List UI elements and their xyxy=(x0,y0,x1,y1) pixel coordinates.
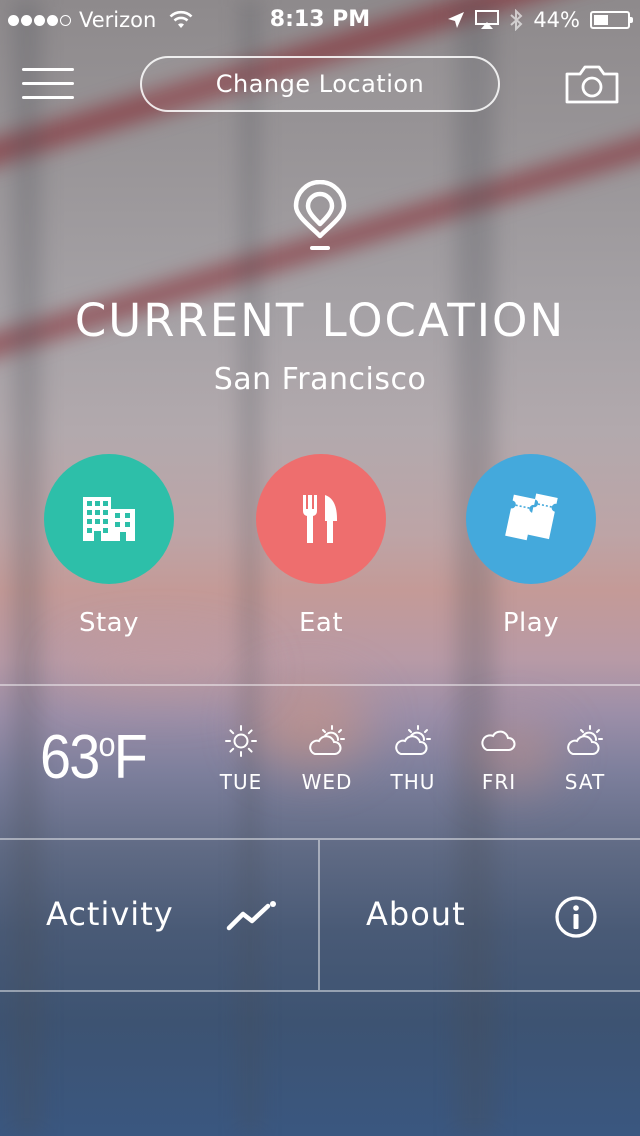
about-button[interactable]: About xyxy=(320,840,640,990)
partly-cloudy-icon xyxy=(395,725,431,755)
category-eat-label: Eat xyxy=(298,608,344,638)
play-circle[interactable] xyxy=(466,454,596,584)
forecast-day: TUE xyxy=(201,724,281,794)
category-stay-label: Stay xyxy=(78,608,140,638)
status-bar: Verizon 8:13 PM 44% xyxy=(0,0,640,40)
forecast-day: FRI xyxy=(459,724,539,794)
category-play-label: Play xyxy=(502,608,560,638)
current-location-title: CURRENT LOCATION xyxy=(74,294,566,347)
forecast-day-label: WED xyxy=(301,770,353,794)
forecast-day: SAT xyxy=(545,724,625,794)
category-play-button[interactable]: Play xyxy=(466,454,596,638)
temperature-unit: F xyxy=(113,723,148,792)
divider-top xyxy=(0,684,640,686)
change-location-button[interactable]: Change Location xyxy=(140,56,500,112)
info-icon xyxy=(555,896,597,938)
stay-circle[interactable] xyxy=(44,454,174,584)
fork-knife-icon xyxy=(303,495,337,543)
forecast-day-label: SAT xyxy=(564,770,606,794)
hamburger-menu-icon[interactable] xyxy=(22,66,74,102)
sun-icon xyxy=(225,725,257,757)
cloud-icon xyxy=(481,730,516,751)
airplay-icon xyxy=(475,10,500,29)
location-pin-icon xyxy=(293,180,347,250)
partly-cloudy-icon xyxy=(309,725,345,755)
category-stay-button[interactable]: Stay xyxy=(44,454,174,638)
hotel-building-icon xyxy=(83,497,135,541)
forecast-day-label: FRI xyxy=(481,770,517,794)
activity-label: Activity xyxy=(46,895,174,933)
activity-trend-icon xyxy=(226,901,276,931)
forecast-day-label: TUE xyxy=(219,770,263,794)
degree-symbol: o xyxy=(98,726,115,764)
partly-cloudy-icon xyxy=(567,725,603,755)
battery-icon xyxy=(590,11,633,29)
battery-percent: 44% xyxy=(533,8,580,32)
forecast-day-label: THU xyxy=(390,770,436,794)
forecast-day: THU xyxy=(373,724,453,794)
camera-icon[interactable] xyxy=(564,64,620,104)
location-arrow-icon xyxy=(448,12,465,28)
temperature-value: 63 xyxy=(40,723,100,792)
eat-circle[interactable] xyxy=(256,454,386,584)
status-right: 44% xyxy=(447,8,633,32)
category-eat-button[interactable]: Eat xyxy=(256,454,386,638)
tickets-icon xyxy=(505,493,558,541)
current-city: San Francisco xyxy=(213,362,427,397)
activity-button[interactable]: Activity xyxy=(0,840,318,990)
about-label: About xyxy=(366,895,466,933)
divider-bottom xyxy=(0,990,640,992)
current-temperature: 63oF xyxy=(40,722,148,793)
bluetooth-icon xyxy=(510,9,523,31)
battery-level-fill xyxy=(594,15,608,25)
forecast-day: WED xyxy=(287,724,367,794)
